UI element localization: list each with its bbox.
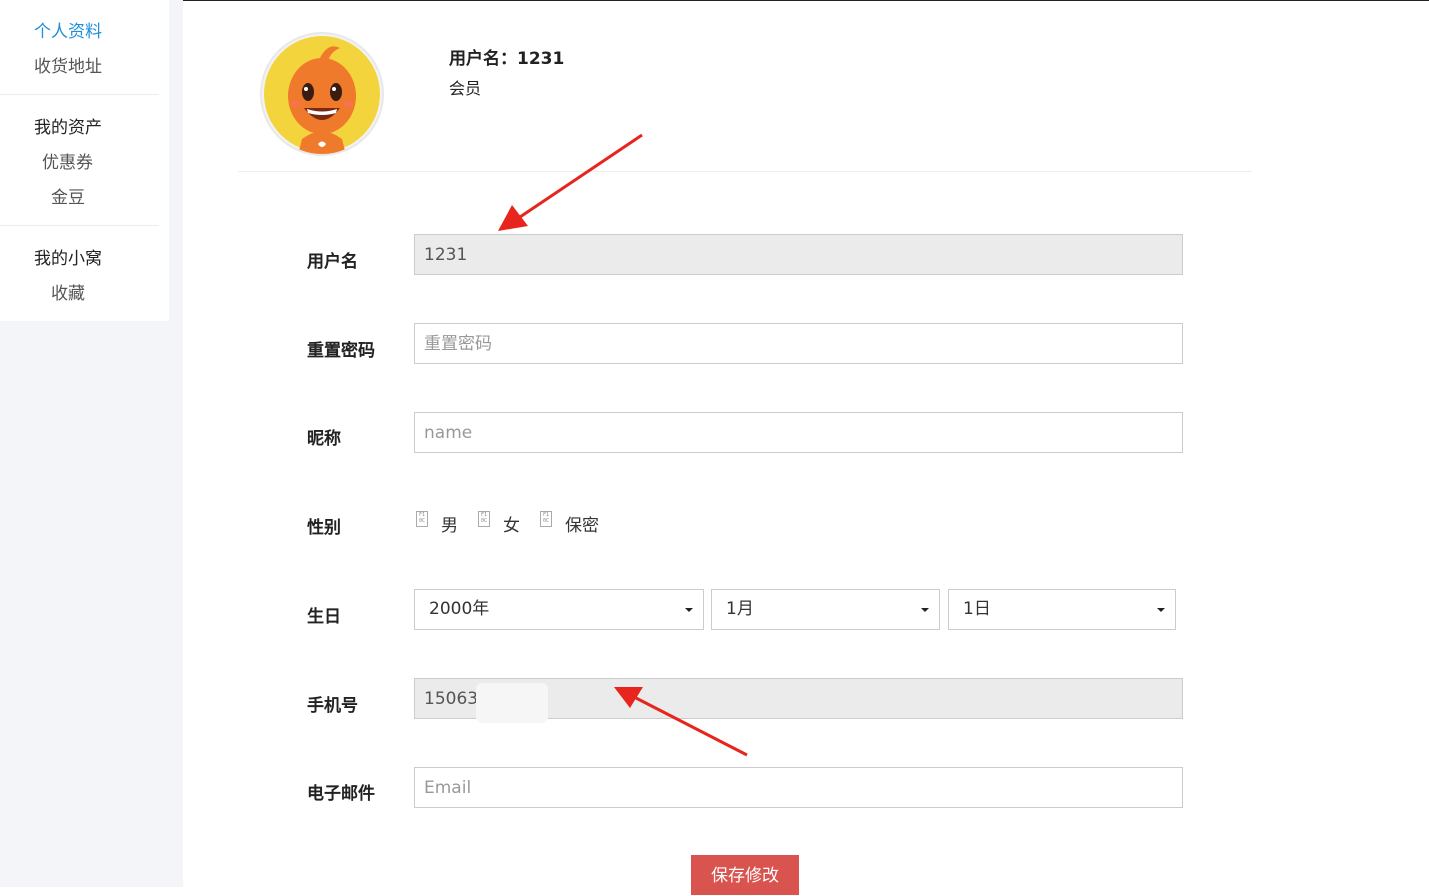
chevron-down-icon (921, 608, 929, 612)
sidebar-item-gold-beans[interactable]: 金豆 (51, 183, 85, 208)
sidebar-item-address[interactable]: 收货地址 (34, 52, 102, 77)
chevron-down-icon (1157, 608, 1165, 612)
birthday-year-value: 2000年 (429, 599, 490, 619)
sidebar-group-nest: 我的小窝 (34, 249, 102, 269)
sidebar-group-assets: 我的资产 (34, 118, 102, 138)
sidebar-item-coupons[interactable]: 优惠券 (42, 148, 93, 173)
header-divider (238, 171, 1252, 172)
profile-username-value: 1231 (517, 49, 565, 69)
gender-option-secret[interactable]: 保密 (565, 511, 599, 536)
email-label: 电子邮件 (307, 784, 375, 804)
email-field[interactable] (414, 767, 1183, 808)
sidebar-item-profile[interactable]: 个人资料 (34, 17, 102, 42)
annotation-arrow-icon (498, 133, 643, 231)
password-field[interactable] (414, 323, 1183, 364)
redaction-blur (476, 683, 548, 723)
sidebar-divider (0, 94, 159, 95)
gender-label: 性别 (307, 518, 341, 538)
mascot-avatar-icon (264, 36, 380, 154)
birthday-month-value: 1月 (726, 599, 754, 619)
username-label: 用户名 (307, 252, 358, 272)
birthday-year-select[interactable]: 2000年 (414, 589, 704, 630)
birthday-day-select[interactable]: 1日 (948, 589, 1176, 630)
birthday-day-value: 1日 (963, 599, 991, 619)
gender-radio-female[interactable]: F1 0C (478, 511, 490, 527)
gender-radio-secret[interactable]: F1 0C (540, 511, 552, 527)
save-button[interactable]: 保存修改 (691, 855, 799, 895)
top-border (0, 0, 1429, 1)
sidebar: 个人资料 收货地址 我的资产 优惠券 金豆 我的小窝 收藏 (0, 0, 169, 321)
birthday-month-select[interactable]: 1月 (711, 589, 940, 630)
password-label: 重置密码 (307, 341, 375, 361)
profile-role: 会员 (449, 79, 482, 98)
gender-radio-male[interactable]: F1 0C (416, 511, 428, 527)
sidebar-divider (0, 225, 159, 226)
username-field[interactable] (414, 234, 1183, 275)
avatar[interactable] (260, 32, 384, 156)
nickname-field[interactable] (414, 412, 1183, 453)
profile-username: 用户名：1231 (449, 44, 564, 69)
phone-label: 手机号 (307, 696, 358, 716)
profile-username-label: 用户名： (449, 49, 517, 69)
gender-option-female[interactable]: 女 (503, 511, 520, 536)
nickname-label: 昵称 (307, 429, 341, 449)
chevron-down-icon (685, 608, 693, 612)
birthday-label: 生日 (307, 607, 341, 627)
sidebar-item-favorites[interactable]: 收藏 (51, 279, 85, 304)
gender-option-male[interactable]: 男 (441, 511, 458, 536)
